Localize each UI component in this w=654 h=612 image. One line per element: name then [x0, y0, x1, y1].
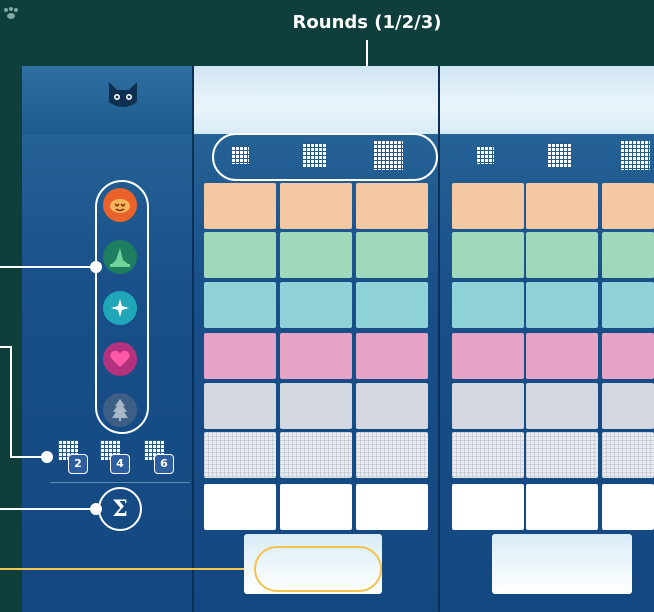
callout-dot-categories — [90, 261, 102, 273]
bonus-tile-6: 6 — [144, 440, 176, 474]
callout-dot-bonus — [41, 451, 53, 463]
score-cell-star-gem[interactable] — [526, 282, 598, 328]
score-cell-star-gem[interactable] — [452, 282, 524, 328]
score-cell-pumpkin[interactable] — [356, 183, 428, 229]
score-cell-pine-tree[interactable] — [602, 383, 654, 429]
round-3-grid-icon — [373, 140, 403, 170]
column-divider-mid — [438, 66, 440, 612]
pumpkin-icon — [103, 188, 137, 222]
rounds-title: Rounds (1/2/3) — [292, 12, 442, 33]
score-cell-pumpkin[interactable] — [204, 183, 276, 229]
sum-icon: Σ — [98, 487, 142, 531]
score-cell-sum[interactable] — [602, 484, 654, 530]
score-cell-star-gem[interactable] — [356, 282, 428, 328]
score-cell-bonus[interactable] — [452, 432, 524, 478]
score-cell-witch-hat[interactable] — [280, 232, 352, 278]
callout-dot-sum — [90, 503, 102, 515]
score-cell-pumpkin[interactable] — [280, 183, 352, 229]
callout-line-bonus-vertical — [10, 346, 12, 458]
bonus-value-label: 4 — [110, 454, 130, 474]
score-cell-pine-tree[interactable] — [356, 383, 428, 429]
score-cell-heart[interactable] — [452, 333, 524, 379]
heart-icon — [103, 342, 137, 376]
callout-line-total — [0, 568, 255, 570]
score-cell-heart[interactable] — [526, 333, 598, 379]
bonus-value-label: 6 — [154, 454, 174, 474]
score-cell-pumpkin[interactable] — [526, 183, 598, 229]
cat-face-icon — [109, 82, 137, 107]
score-cell-pumpkin[interactable] — [452, 183, 524, 229]
column-divider-left — [192, 66, 194, 612]
score-cell-star-gem[interactable] — [602, 282, 654, 328]
score-cell-heart[interactable] — [602, 333, 654, 379]
score-cell-pine-tree[interactable] — [280, 383, 352, 429]
pine-tree-icon — [103, 393, 137, 427]
callout-line-sum — [0, 508, 96, 510]
total-score-box-2[interactable] — [492, 534, 632, 594]
callout-line-categories — [0, 266, 96, 268]
score-cell-bonus[interactable] — [356, 432, 428, 478]
witch-hat-icon — [103, 240, 137, 274]
score-cell-bonus[interactable] — [280, 432, 352, 478]
score-cell-pine-tree[interactable] — [526, 383, 598, 429]
board-header-band-2 — [440, 66, 654, 134]
board-header-band-1 — [194, 66, 438, 134]
score-cell-witch-hat[interactable] — [452, 232, 524, 278]
score-cell-bonus[interactable] — [602, 432, 654, 478]
score-cell-sum[interactable] — [204, 484, 276, 530]
score-cell-bonus[interactable] — [526, 432, 598, 478]
score-cell-witch-hat[interactable] — [356, 232, 428, 278]
star-gem-icon — [103, 291, 137, 325]
score-cell-sum[interactable] — [452, 484, 524, 530]
score-cell-heart[interactable] — [204, 333, 276, 379]
score-cell-sum[interactable] — [356, 484, 428, 530]
round-2-grid-icon — [547, 143, 571, 167]
separator-line — [50, 482, 190, 483]
round-1-grid-icon — [231, 146, 249, 164]
round-3-grid-icon — [620, 140, 650, 170]
callout-line-bonus-top — [0, 346, 12, 348]
round-1-grid-icon — [476, 146, 494, 164]
score-cell-heart[interactable] — [356, 333, 428, 379]
bonus-value-label: 2 — [68, 454, 88, 474]
score-cell-witch-hat[interactable] — [602, 232, 654, 278]
score-cell-witch-hat[interactable] — [204, 232, 276, 278]
total-score-highlight — [254, 546, 382, 592]
score-cell-witch-hat[interactable] — [526, 232, 598, 278]
score-cell-pumpkin[interactable] — [602, 183, 654, 229]
score-cell-heart[interactable] — [280, 333, 352, 379]
score-cell-star-gem[interactable] — [204, 282, 276, 328]
score-cell-bonus[interactable] — [204, 432, 276, 478]
score-cell-pine-tree[interactable] — [452, 383, 524, 429]
score-cell-pine-tree[interactable] — [204, 383, 276, 429]
bonus-tile-4: 4 — [100, 440, 132, 474]
bonus-tile-2: 2 — [58, 440, 90, 474]
round-2-grid-icon — [302, 143, 326, 167]
score-cell-star-gem[interactable] — [280, 282, 352, 328]
score-cell-sum[interactable] — [280, 484, 352, 530]
score-cell-sum[interactable] — [526, 484, 598, 530]
